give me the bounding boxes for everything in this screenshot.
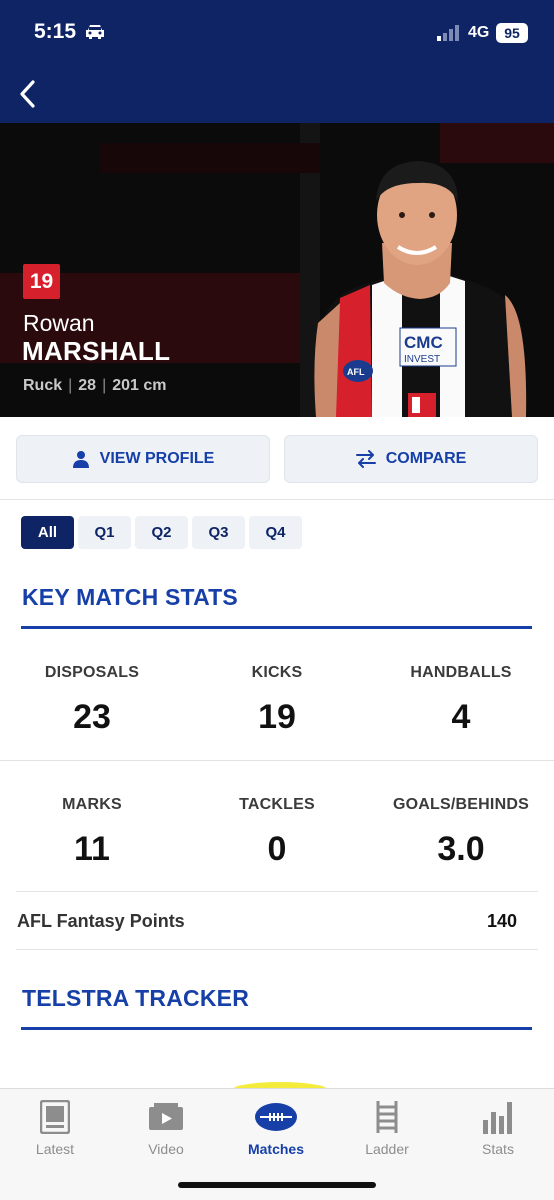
player-meta: Ruck | 28 | 201 cm — [23, 377, 167, 395]
top-bar: 5:15 4G 95 — [0, 0, 554, 123]
player-age: 28 — [78, 377, 97, 394]
stat-label: GOALS/BEHINDS — [393, 796, 529, 813]
stat-label: TACKLES — [239, 796, 315, 813]
stat-label: MARKS — [62, 796, 122, 813]
nav-label: Video — [148, 1141, 184, 1157]
stat-kicks: KICKS 19 — [185, 664, 369, 737]
view-profile-button[interactable]: VIEW PROFILE — [16, 435, 270, 483]
tab-q3[interactable]: Q3 — [192, 516, 245, 549]
tab-all[interactable]: All — [21, 516, 74, 549]
fantasy-points-label: AFL Fantasy Points — [17, 911, 185, 931]
stat-value: 0 — [267, 830, 287, 868]
divider — [0, 760, 554, 761]
football-icon — [221, 1097, 331, 1137]
battery-indicator: 95 — [496, 23, 528, 43]
key-match-stats-title: KEY MATCH STATS — [22, 584, 238, 610]
player-height: 201 cm — [112, 377, 167, 394]
stat-handballs: HANDBALLS 4 — [369, 664, 553, 737]
fantasy-points-value: 140 — [486, 911, 517, 931]
tab-q2[interactable]: Q2 — [135, 516, 188, 549]
stat-marks: MARKS 11 — [0, 796, 184, 869]
network-label: 4G — [468, 24, 490, 41]
signal-icon — [437, 25, 463, 46]
stat-tackles: TACKLES 0 — [185, 796, 369, 869]
nav-label: Matches — [247, 1141, 305, 1157]
meta-separator: | — [68, 377, 73, 394]
section-underline — [21, 626, 532, 629]
back-button[interactable] — [12, 76, 42, 112]
tab-q4[interactable]: Q4 — [249, 516, 302, 549]
svg-text:INVEST: INVEST — [404, 354, 440, 365]
news-icon — [0, 1097, 110, 1137]
telstra-tracker-title: TELSTRA TRACKER — [22, 985, 250, 1011]
stat-value: 19 — [258, 698, 296, 736]
nav-matches[interactable]: Matches — [221, 1097, 331, 1157]
ladder-icon — [332, 1097, 442, 1137]
view-profile-label: VIEW PROFILE — [99, 450, 215, 467]
nav-label: Ladder — [365, 1141, 409, 1157]
chevron-left-icon — [20, 80, 35, 108]
divider — [0, 499, 554, 500]
car-icon — [84, 23, 106, 46]
nav-label: Stats — [482, 1141, 514, 1157]
stat-value: 11 — [74, 830, 110, 868]
compare-label: COMPARE — [385, 450, 467, 467]
svg-text:CMC: CMC — [404, 333, 443, 352]
divider — [16, 949, 538, 950]
nav-ladder[interactable]: Ladder — [332, 1097, 442, 1157]
quarter-tabs: All Q1 Q2 Q3 Q4 — [21, 516, 302, 549]
video-icon — [111, 1097, 221, 1137]
status-time: 5:15 — [34, 20, 77, 43]
stat-goals-behinds: GOALS/BEHINDS 3.0 — [369, 796, 553, 869]
stat-value: 4 — [451, 698, 471, 736]
swap-arrows-icon — [355, 450, 376, 468]
nav-stats[interactable]: Stats — [443, 1097, 553, 1157]
divider — [16, 891, 538, 892]
stat-label: KICKS — [251, 664, 303, 681]
home-indicator — [178, 1182, 376, 1188]
stat-label: DISPOSALS — [44, 664, 140, 681]
stat-value: 3.0 — [437, 830, 485, 868]
stat-disposals: DISPOSALS 23 — [0, 664, 184, 737]
meta-separator: | — [102, 377, 107, 394]
person-icon — [72, 451, 89, 468]
bar-chart-icon — [443, 1097, 553, 1137]
stat-value: 23 — [73, 698, 111, 736]
jersey-number-badge: 19 — [23, 264, 60, 299]
nav-latest[interactable]: Latest — [0, 1097, 110, 1157]
section-underline — [21, 1027, 532, 1030]
player-position: Ruck — [23, 377, 63, 394]
nav-video[interactable]: Video — [111, 1097, 221, 1157]
player-first-name: Rowan — [23, 310, 95, 336]
svg-text:AFL: AFL — [347, 367, 365, 377]
player-hero: CMC INVEST AFL 19 Rowan MARSHALL Ruck | … — [0, 123, 554, 417]
player-portrait: CMC INVEST AFL — [314, 161, 527, 417]
player-last-name: MARSHALL — [22, 336, 171, 366]
nav-label: Latest — [35, 1141, 75, 1157]
stat-label: HANDBALLS — [410, 664, 512, 681]
compare-button[interactable]: COMPARE — [284, 435, 538, 483]
tab-q1[interactable]: Q1 — [78, 516, 131, 549]
